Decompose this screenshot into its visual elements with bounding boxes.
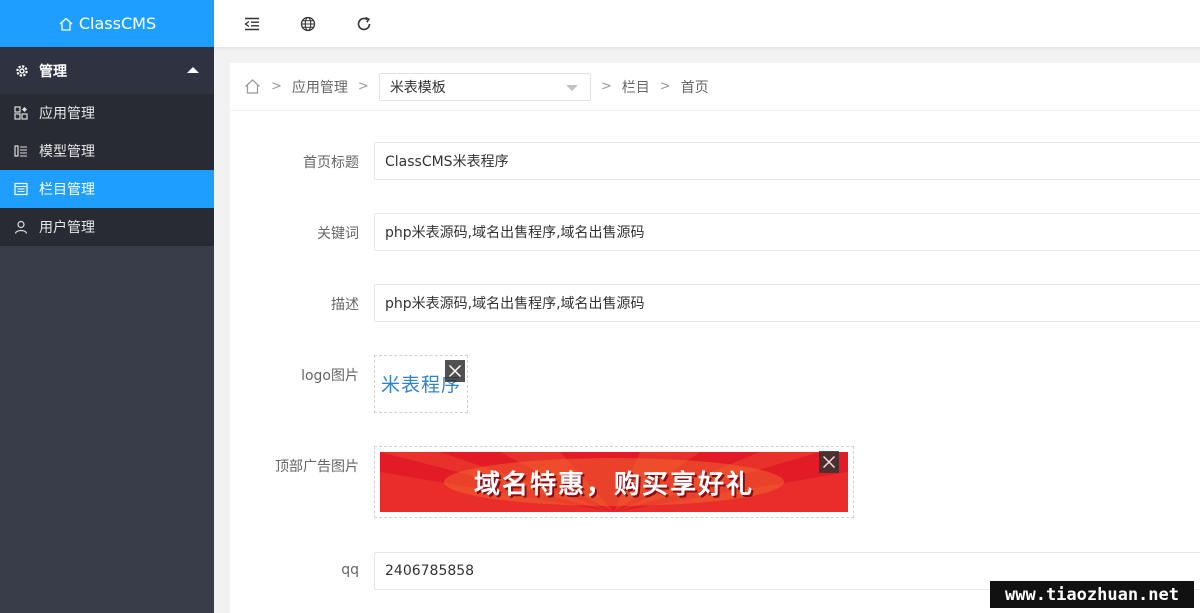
description-label: 描述 xyxy=(331,297,359,313)
breadcrumb-separator: > xyxy=(659,79,671,94)
title-label: 首页标题 xyxy=(303,155,359,171)
sidebar-item-app-manage[interactable]: 应用管理 xyxy=(0,94,214,132)
sidebar-item-label: 应用管理 xyxy=(39,106,95,122)
close-icon xyxy=(448,364,462,378)
logo-remove-button[interactable] xyxy=(445,360,465,382)
sidebar-item-label: 用户管理 xyxy=(39,220,95,236)
breadcrumb-column[interactable]: 栏目 xyxy=(622,77,650,97)
breadcrumb-separator: > xyxy=(600,79,612,94)
main-content: > 应用管理 > 米表模板 > 栏目 > 首页 首页标题 ClassCMS米表程… xyxy=(230,63,1200,613)
template-select[interactable]: 米表模板 xyxy=(378,72,591,101)
breadcrumb-app-manage[interactable]: 应用管理 xyxy=(292,77,348,97)
ad-image-box[interactable]: 域名特惠，购买享好礼 xyxy=(374,446,854,518)
collapse-menu-button[interactable] xyxy=(242,14,262,34)
ad-label: 顶部广告图片 xyxy=(275,459,359,475)
ad-banner-image: 域名特惠，购买享好礼 xyxy=(380,452,848,512)
gear-icon xyxy=(16,64,28,77)
sidebar-group-manage[interactable]: 管理 xyxy=(0,47,214,94)
sidebar-item-column-manage[interactable]: 栏目管理 xyxy=(0,170,214,208)
sidebar-item-label: 模型管理 xyxy=(39,144,95,160)
refresh-button[interactable] xyxy=(354,14,374,34)
collapse-menu-icon xyxy=(244,17,259,31)
template-select-value: 米表模板 xyxy=(389,79,446,96)
keywords-input[interactable]: php米表源码,域名出售程序,域名出售源码 xyxy=(374,213,1200,251)
keywords-label: 关键词 xyxy=(317,226,359,242)
app-logo[interactable]: ClassCMS xyxy=(0,0,214,47)
watermark: www.tiaozhuan.net xyxy=(990,581,1194,608)
column-icon xyxy=(14,182,28,196)
close-icon xyxy=(822,455,836,469)
app-title: ClassCMS xyxy=(78,14,157,33)
title-input[interactable]: ClassCMS米表程序 xyxy=(374,142,1200,180)
breadcrumb-separator: > xyxy=(357,79,369,94)
refresh-icon xyxy=(357,16,371,31)
dropdown-arrow-icon xyxy=(565,84,578,91)
logo-image-box[interactable]: 米表程序 xyxy=(374,355,468,413)
sidebar-item-user-manage[interactable]: 用户管理 xyxy=(0,208,214,246)
breadcrumb-current: 首页 xyxy=(680,79,709,96)
home-icon[interactable] xyxy=(244,78,261,95)
user-icon xyxy=(14,220,28,234)
breadcrumb-separator: > xyxy=(271,79,282,94)
website-button[interactable] xyxy=(298,14,318,34)
sidebar-item-label: 栏目管理 xyxy=(39,182,95,198)
sidebar-submenu: 应用管理 模型管理 栏目管理 用户管理 xyxy=(0,94,214,246)
home-icon xyxy=(59,17,73,31)
description-input[interactable]: php米表源码,域名出售程序,域名出售源码 xyxy=(374,284,1200,322)
caret-up-icon xyxy=(187,67,199,73)
ad-remove-button[interactable] xyxy=(819,451,839,473)
sidebar-item-model-manage[interactable]: 模型管理 xyxy=(0,132,214,170)
topbar xyxy=(214,0,1200,48)
ad-banner-text: 域名特惠，购买享好礼 xyxy=(473,469,754,500)
qq-label: qq xyxy=(341,562,359,578)
sidebar-group-label: 管理 xyxy=(39,63,67,80)
logo-label: logo图片 xyxy=(301,368,359,384)
sidebar: ClassCMS 管理 应用管理 模型管理 栏目管理 用户管理 xyxy=(0,0,214,613)
breadcrumb: > 应用管理 > 米表模板 > 栏目 > 首页 xyxy=(230,63,1200,111)
app-icon xyxy=(14,106,28,120)
model-icon xyxy=(14,145,27,157)
globe-icon xyxy=(300,16,316,32)
